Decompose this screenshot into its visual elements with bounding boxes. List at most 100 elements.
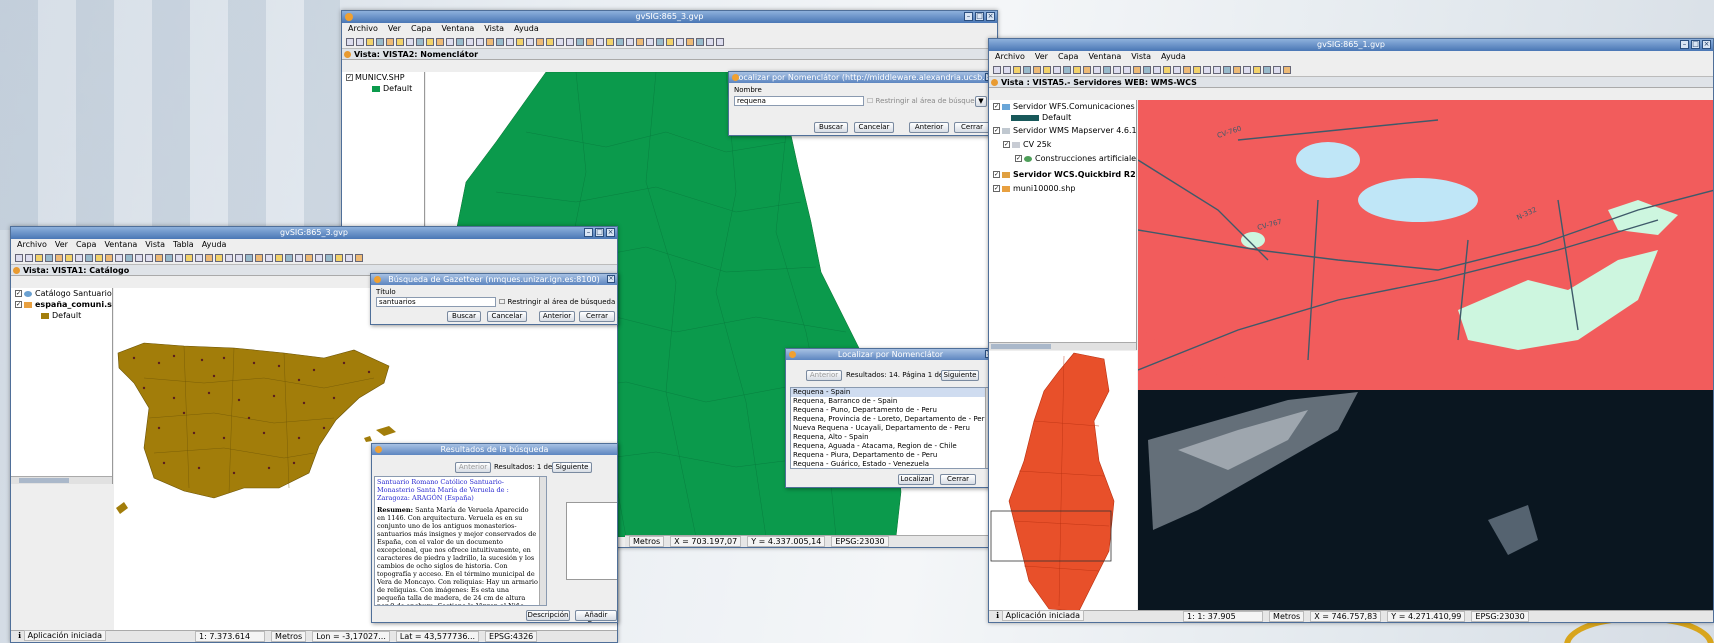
open-icon[interactable]: [356, 37, 364, 46]
list-item[interactable]: Requena - Guárico, Estado - Venezuela: [791, 460, 992, 468]
close-button[interactable]: ×: [606, 228, 615, 237]
open-icon[interactable]: [1003, 65, 1011, 74]
tool-icon[interactable]: [1193, 65, 1201, 74]
restrict-area-checkbox[interactable]: ☐ Restringir al área de búsqueda: [867, 97, 983, 105]
toc-layer[interactable]: ✓ Catálogo Santuarios: [11, 288, 112, 299]
save-icon[interactable]: [366, 37, 374, 46]
area-icon[interactable]: [1103, 65, 1111, 74]
table-icon[interactable]: [506, 37, 514, 46]
tool-icon[interactable]: [285, 253, 293, 262]
tool-icon[interactable]: [696, 37, 704, 46]
table-icon[interactable]: [175, 253, 183, 262]
tool-icon[interactable]: [255, 253, 263, 262]
catalog-icon[interactable]: [526, 37, 534, 46]
catalog-icon[interactable]: [1173, 65, 1181, 74]
zoom-layer-icon[interactable]: [1063, 65, 1071, 74]
tool-icon[interactable]: [325, 253, 333, 262]
layer-checkbox[interactable]: ✓: [1003, 141, 1010, 148]
tool-icon[interactable]: [616, 37, 624, 46]
layer-checkbox[interactable]: ✓: [15, 301, 22, 308]
list-item[interactable]: Requena, Aguada - Atacama, Region de - C…: [791, 442, 992, 451]
zoom-out-icon[interactable]: [1043, 65, 1051, 74]
tool-icon[interactable]: [666, 37, 674, 46]
redo-icon[interactable]: [566, 37, 574, 46]
new-icon[interactable]: [15, 253, 23, 262]
zoom-layer-icon[interactable]: [416, 37, 424, 46]
add-layer-icon[interactable]: [486, 37, 494, 46]
combo-arrow-button[interactable]: ▼: [975, 96, 987, 107]
zoom-in-icon[interactable]: [1033, 65, 1041, 74]
menu-ayuda[interactable]: Ayuda: [202, 239, 227, 251]
zoom-in-icon[interactable]: [386, 37, 394, 46]
tool-icon[interactable]: [1273, 65, 1281, 74]
add-layer-icon[interactable]: [155, 253, 163, 262]
print-icon[interactable]: [1023, 65, 1031, 74]
toc-horizontal-scrollbar[interactable]: [989, 342, 1136, 350]
maximize-button[interactable]: □: [595, 228, 604, 237]
name-input[interactable]: requena: [734, 96, 864, 106]
list-item[interactable]: Requena - Piura, Departamento de - Peru: [791, 451, 992, 460]
open-icon[interactable]: [25, 253, 33, 262]
close-dialog-button[interactable]: Cerrar: [954, 122, 990, 133]
scale-combo[interactable]: 1: 1: 37.905: [1183, 611, 1264, 622]
pan-icon[interactable]: [95, 253, 103, 262]
zoom-out-icon[interactable]: [396, 37, 404, 46]
menu-archivo[interactable]: Archivo: [995, 51, 1025, 63]
layout-icon[interactable]: [185, 253, 193, 262]
next-button[interactable]: Siguiente: [941, 370, 979, 381]
catalog-icon[interactable]: [195, 253, 203, 262]
list-item[interactable]: Requena - Puno, Departamento de - Peru: [791, 406, 992, 415]
tool-icon[interactable]: [1243, 65, 1251, 74]
tool-icon[interactable]: [1253, 65, 1261, 74]
tool-icon[interactable]: [1263, 65, 1271, 74]
new-icon[interactable]: [993, 65, 1001, 74]
select-icon[interactable]: [466, 37, 474, 46]
dialog-title-bar[interactable]: Búsqueda de Gazetteer (nmques.unizar.ign…: [371, 274, 617, 285]
tool-icon[interactable]: [646, 37, 654, 46]
locator-icon[interactable]: [496, 37, 504, 46]
add-layer-icon[interactable]: [1133, 65, 1141, 74]
menu-vista[interactable]: Vista: [145, 239, 165, 251]
edit-icon[interactable]: [546, 37, 554, 46]
dialog-title-bar[interactable]: Localizar por Nomenclátor (http://middle…: [729, 72, 995, 83]
tool-icon[interactable]: [305, 253, 313, 262]
tool-icon[interactable]: [1203, 65, 1211, 74]
restrict-area-checkbox[interactable]: ☐ Restringir al área de búsqueda: [499, 298, 615, 306]
measure-icon[interactable]: [1093, 65, 1101, 74]
search-button[interactable]: Buscar: [447, 311, 481, 322]
tool-icon[interactable]: [1283, 65, 1291, 74]
toc-layer[interactable]: ✓ MUNICV.SHP: [342, 72, 424, 83]
previous-button[interactable]: Anterior: [539, 311, 575, 322]
layer-checkbox[interactable]: ✓: [15, 290, 22, 297]
tool-icon[interactable]: [586, 37, 594, 46]
overview-map[interactable]: [989, 351, 1137, 612]
menu-ventana[interactable]: Ventana: [104, 239, 137, 251]
menu-vista[interactable]: Vista: [484, 23, 504, 35]
maximize-button[interactable]: □: [1691, 40, 1700, 49]
search-button[interactable]: Buscar: [814, 122, 848, 133]
layout-icon[interactable]: [1163, 65, 1171, 74]
menu-capa[interactable]: Capa: [76, 239, 96, 251]
layer-checkbox[interactable]: ✓: [346, 74, 353, 81]
tool-icon[interactable]: [636, 37, 644, 46]
tool-icon[interactable]: [686, 37, 694, 46]
select-icon[interactable]: [1113, 65, 1121, 74]
menu-archivo[interactable]: Archivo: [17, 239, 47, 251]
tool-icon[interactable]: [225, 253, 233, 262]
maximize-button[interactable]: □: [975, 12, 984, 21]
tool-icon[interactable]: [215, 253, 223, 262]
print-icon[interactable]: [45, 253, 53, 262]
tool-icon[interactable]: [706, 37, 714, 46]
locator-icon[interactable]: [165, 253, 173, 262]
save-icon[interactable]: [35, 253, 43, 262]
list-item[interactable]: Requena - Spain: [791, 388, 992, 397]
zoom-all-icon[interactable]: [406, 37, 414, 46]
menu-ver[interactable]: Ver: [388, 23, 401, 35]
scroll-thumb[interactable]: [19, 478, 69, 483]
save-icon[interactable]: [1013, 65, 1021, 74]
toc-layer[interactable]: ✓ Servidor WCS.Quickbird R2C2: [989, 169, 1136, 180]
measure-icon[interactable]: [446, 37, 454, 46]
tool-icon[interactable]: [265, 253, 273, 262]
menu-ventana[interactable]: Ventana: [1088, 51, 1121, 63]
next-button[interactable]: Siguiente: [552, 462, 592, 473]
